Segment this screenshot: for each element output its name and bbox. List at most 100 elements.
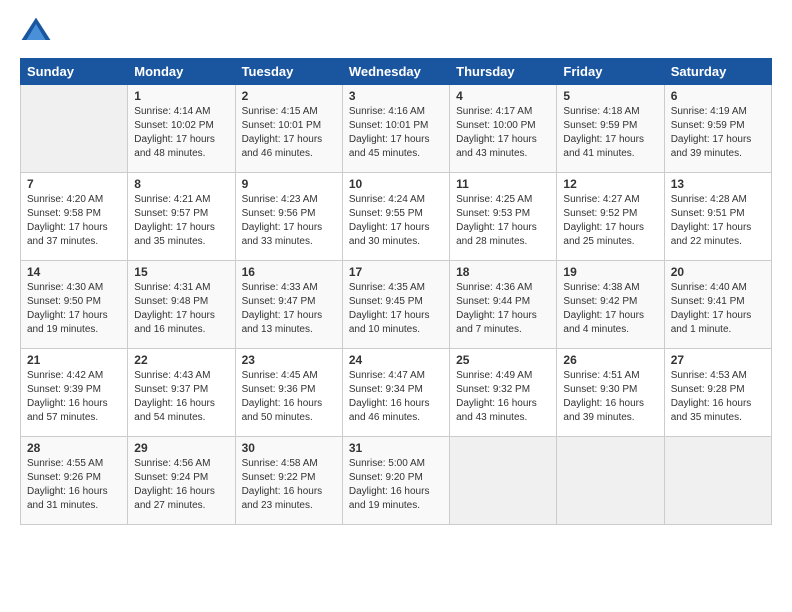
day-number: 28 — [27, 441, 121, 455]
calendar-cell: 8Sunrise: 4:21 AM Sunset: 9:57 PM Daylig… — [128, 173, 235, 261]
header-day-monday: Monday — [128, 59, 235, 85]
calendar-cell: 28 Sunrise: 4:55 AM Sunset: 9:26 PM Dayli… — [21, 437, 128, 525]
day-number: 26 — [563, 353, 657, 367]
day-number: 9 — [242, 177, 336, 191]
calendar-cell: 10 Sunrise: 4:24 AM Sunset: 9:55 PM Dayli… — [342, 173, 449, 261]
week-row-2: 7 Sunrise: 4:20 AM Sunset: 9:58 PM Daylig… — [21, 173, 772, 261]
day-number: 30 — [242, 441, 336, 455]
header-day-thursday: Thursday — [450, 59, 557, 85]
day-number: 15 — [134, 265, 228, 279]
day-info: Sunrise: 4:55 AM Sunset: 9:26 PM Dayligh… — [27, 457, 121, 513]
calendar-cell — [557, 437, 664, 525]
calendar-cell: 9 Sunrise: 4:23 AM Sunset: 9:56 PM Daylig… — [235, 173, 342, 261]
calendar-cell: 5Sunrise: 4:18 AM Sunset: 9:59 PM Daylig… — [557, 85, 664, 173]
calendar-cell: 25 Sunrise: 4:49 AM Sunset: 9:32 PM Dayli… — [450, 349, 557, 437]
day-number: 25 — [456, 353, 550, 367]
day-info: Sunrise: 4:31 AM Sunset: 9:48 PM Dayligh… — [134, 281, 228, 337]
header-row: SundayMondayTuesdayWednesdayThursdayFrid… — [21, 59, 772, 85]
day-number: 3 — [349, 89, 443, 103]
day-number: 11 — [456, 177, 550, 191]
day-number: 13 — [671, 177, 765, 191]
calendar-header: SundayMondayTuesdayWednesdayThursdayFrid… — [21, 59, 772, 85]
day-info: Sunrise: 4:23 AM Sunset: 9:56 PM Dayligh… — [242, 193, 336, 249]
calendar-cell: 17Sunrise: 4:35 AM Sunset: 9:45 PM Dayli… — [342, 261, 449, 349]
day-info: Sunrise: 4:56 AM Sunset: 9:24 PM Dayligh… — [134, 457, 228, 513]
day-info: Sunrise: 4:18 AM Sunset: 9:59 PM Dayligh… — [563, 105, 657, 161]
day-number: 21 — [27, 353, 121, 367]
logo — [20, 16, 56, 48]
day-number: 31 — [349, 441, 443, 455]
calendar-cell: 6Sunrise: 4:19 AM Sunset: 9:59 PM Daylig… — [664, 85, 771, 173]
calendar-cell: 18 Sunrise: 4:36 AM Sunset: 9:44 PM Dayli… — [450, 261, 557, 349]
calendar-cell: 2Sunrise: 4:15 AM Sunset: 10:01 PM Dayli… — [235, 85, 342, 173]
day-info: Sunrise: 4:24 AM Sunset: 9:55 PM Dayligh… — [349, 193, 443, 249]
header-day-wednesday: Wednesday — [342, 59, 449, 85]
day-number: 4 — [456, 89, 550, 103]
day-number: 12 — [563, 177, 657, 191]
calendar-cell: 7 Sunrise: 4:20 AM Sunset: 9:58 PM Daylig… — [21, 173, 128, 261]
calendar-cell — [664, 437, 771, 525]
week-row-3: 14 Sunrise: 4:30 AM Sunset: 9:50 PM Dayli… — [21, 261, 772, 349]
calendar-cell: 27Sunrise: 4:53 AM Sunset: 9:28 PM Dayli… — [664, 349, 771, 437]
calendar-cell: 29Sunrise: 4:56 AM Sunset: 9:24 PM Dayli… — [128, 437, 235, 525]
calendar-cell: 31 Sunrise: 5:00 AM Sunset: 9:20 PM Dayli… — [342, 437, 449, 525]
day-info: Sunrise: 4:25 AM Sunset: 9:53 PM Dayligh… — [456, 193, 550, 249]
day-number: 19 — [563, 265, 657, 279]
day-info: Sunrise: 4:45 AM Sunset: 9:36 PM Dayligh… — [242, 369, 336, 425]
logo-icon — [20, 16, 52, 48]
calendar-cell: 3Sunrise: 4:16 AM Sunset: 10:01 PM Dayli… — [342, 85, 449, 173]
day-info: Sunrise: 4:49 AM Sunset: 9:32 PM Dayligh… — [456, 369, 550, 425]
header — [20, 16, 772, 48]
day-info: Sunrise: 5:00 AM Sunset: 9:20 PM Dayligh… — [349, 457, 443, 513]
calendar-cell: 11 Sunrise: 4:25 AM Sunset: 9:53 PM Dayli… — [450, 173, 557, 261]
day-number: 1 — [134, 89, 228, 103]
day-info: Sunrise: 4:33 AM Sunset: 9:47 PM Dayligh… — [242, 281, 336, 337]
week-row-5: 28 Sunrise: 4:55 AM Sunset: 9:26 PM Dayli… — [21, 437, 772, 525]
header-day-friday: Friday — [557, 59, 664, 85]
day-number: 7 — [27, 177, 121, 191]
calendar-cell: 1 Sunrise: 4:14 AM Sunset: 10:02 PM Dayli… — [128, 85, 235, 173]
day-number: 23 — [242, 353, 336, 367]
calendar-cell: 12 Sunrise: 4:27 AM Sunset: 9:52 PM Dayli… — [557, 173, 664, 261]
calendar-cell: 21 Sunrise: 4:42 AM Sunset: 9:39 PM Dayli… — [21, 349, 128, 437]
calendar-body: 1 Sunrise: 4:14 AM Sunset: 10:02 PM Dayli… — [21, 85, 772, 525]
day-number: 10 — [349, 177, 443, 191]
calendar-cell: 24 Sunrise: 4:47 AM Sunset: 9:34 PM Dayli… — [342, 349, 449, 437]
day-info: Sunrise: 4:47 AM Sunset: 9:34 PM Dayligh… — [349, 369, 443, 425]
calendar-cell: 22Sunrise: 4:43 AM Sunset: 9:37 PM Dayli… — [128, 349, 235, 437]
day-info: Sunrise: 4:17 AM Sunset: 10:00 PM Daylig… — [456, 105, 550, 161]
calendar-cell: 16 Sunrise: 4:33 AM Sunset: 9:47 PM Dayli… — [235, 261, 342, 349]
day-info: Sunrise: 4:42 AM Sunset: 9:39 PM Dayligh… — [27, 369, 121, 425]
calendar-cell: 13 Sunrise: 4:28 AM Sunset: 9:51 PM Dayli… — [664, 173, 771, 261]
header-day-saturday: Saturday — [664, 59, 771, 85]
calendar-cell: 26 Sunrise: 4:51 AM Sunset: 9:30 PM Dayli… — [557, 349, 664, 437]
calendar-cell: 19Sunrise: 4:38 AM Sunset: 9:42 PM Dayli… — [557, 261, 664, 349]
day-info: Sunrise: 4:27 AM Sunset: 9:52 PM Dayligh… — [563, 193, 657, 249]
week-row-1: 1 Sunrise: 4:14 AM Sunset: 10:02 PM Dayli… — [21, 85, 772, 173]
calendar-cell: 20 Sunrise: 4:40 AM Sunset: 9:41 PM Dayli… — [664, 261, 771, 349]
day-number: 20 — [671, 265, 765, 279]
day-number: 8 — [134, 177, 228, 191]
day-number: 16 — [242, 265, 336, 279]
day-info: Sunrise: 4:40 AM Sunset: 9:41 PM Dayligh… — [671, 281, 765, 337]
day-info: Sunrise: 4:43 AM Sunset: 9:37 PM Dayligh… — [134, 369, 228, 425]
calendar-table: SundayMondayTuesdayWednesdayThursdayFrid… — [20, 58, 772, 525]
day-info: Sunrise: 4:30 AM Sunset: 9:50 PM Dayligh… — [27, 281, 121, 337]
day-info: Sunrise: 4:36 AM Sunset: 9:44 PM Dayligh… — [456, 281, 550, 337]
day-number: 24 — [349, 353, 443, 367]
calendar-cell — [21, 85, 128, 173]
day-info: Sunrise: 4:51 AM Sunset: 9:30 PM Dayligh… — [563, 369, 657, 425]
day-number: 2 — [242, 89, 336, 103]
day-number: 14 — [27, 265, 121, 279]
week-row-4: 21 Sunrise: 4:42 AM Sunset: 9:39 PM Dayli… — [21, 349, 772, 437]
header-day-sunday: Sunday — [21, 59, 128, 85]
day-info: Sunrise: 4:28 AM Sunset: 9:51 PM Dayligh… — [671, 193, 765, 249]
header-day-tuesday: Tuesday — [235, 59, 342, 85]
day-info: Sunrise: 4:35 AM Sunset: 9:45 PM Dayligh… — [349, 281, 443, 337]
day-info: Sunrise: 4:14 AM Sunset: 10:02 PM Daylig… — [134, 105, 228, 161]
day-number: 18 — [456, 265, 550, 279]
day-info: Sunrise: 4:19 AM Sunset: 9:59 PM Dayligh… — [671, 105, 765, 161]
calendar-cell: 30Sunrise: 4:58 AM Sunset: 9:22 PM Dayli… — [235, 437, 342, 525]
calendar-cell — [450, 437, 557, 525]
day-info: Sunrise: 4:20 AM Sunset: 9:58 PM Dayligh… — [27, 193, 121, 249]
